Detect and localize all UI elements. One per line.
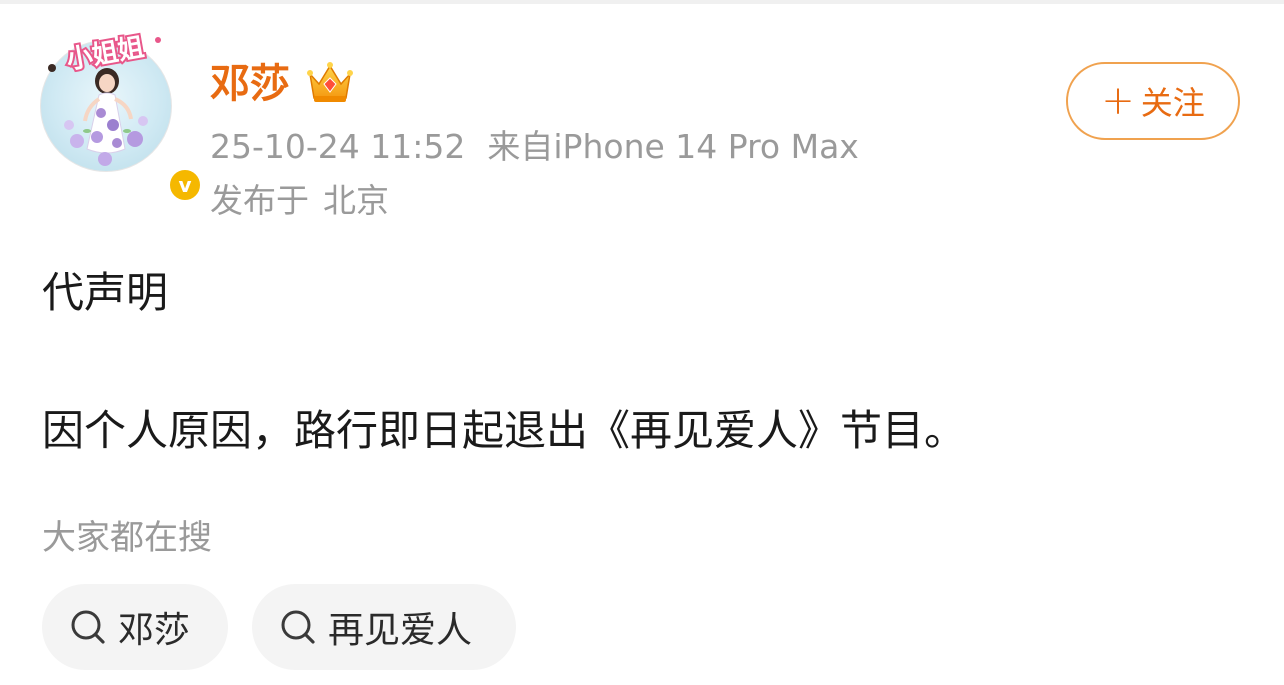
plus-icon: +: [1101, 78, 1135, 124]
post-location: 发布于 北京: [210, 180, 389, 222]
chip-label: 邓莎: [118, 610, 191, 651]
crown-icon[interactable]: [306, 60, 354, 106]
location-city: 北京: [323, 181, 389, 220]
trending-chip-zaijianairen[interactable]: 再见爱人: [252, 584, 516, 670]
top-divider: [0, 0, 1284, 4]
post-source: 来自iPhone 14 Pro Max: [487, 127, 859, 166]
verified-badge: v: [166, 166, 204, 204]
post-text-heading: 代声明: [42, 268, 169, 317]
svg-text:小姐姐: 小姐姐: [64, 33, 146, 76]
post-meta: 25-10-24 11:52 来自iPhone 14 Pro Max: [210, 126, 859, 168]
follow-label: 关注: [1140, 84, 1205, 122]
post-text-body: 因个人原因，路行即日起退出《再见爱人》节目。: [42, 406, 967, 455]
search-icon: [71, 610, 105, 644]
avatar-sticker-text: 小姐姐: [48, 31, 161, 78]
author-avatar[interactable]: 小姐姐 v: [40, 28, 204, 204]
author-name[interactable]: 邓莎: [210, 58, 290, 110]
chip-label: 再见爱人: [328, 610, 473, 651]
location-label: 发布于: [210, 181, 309, 220]
search-icon: [281, 610, 315, 644]
follow-button[interactable]: + 关注: [1066, 62, 1240, 140]
trending-chip-dengsha[interactable]: 邓莎: [42, 584, 228, 670]
trending-title: 大家都在搜: [42, 518, 212, 558]
post-timestamp: 25-10-24 11:52: [210, 127, 466, 166]
